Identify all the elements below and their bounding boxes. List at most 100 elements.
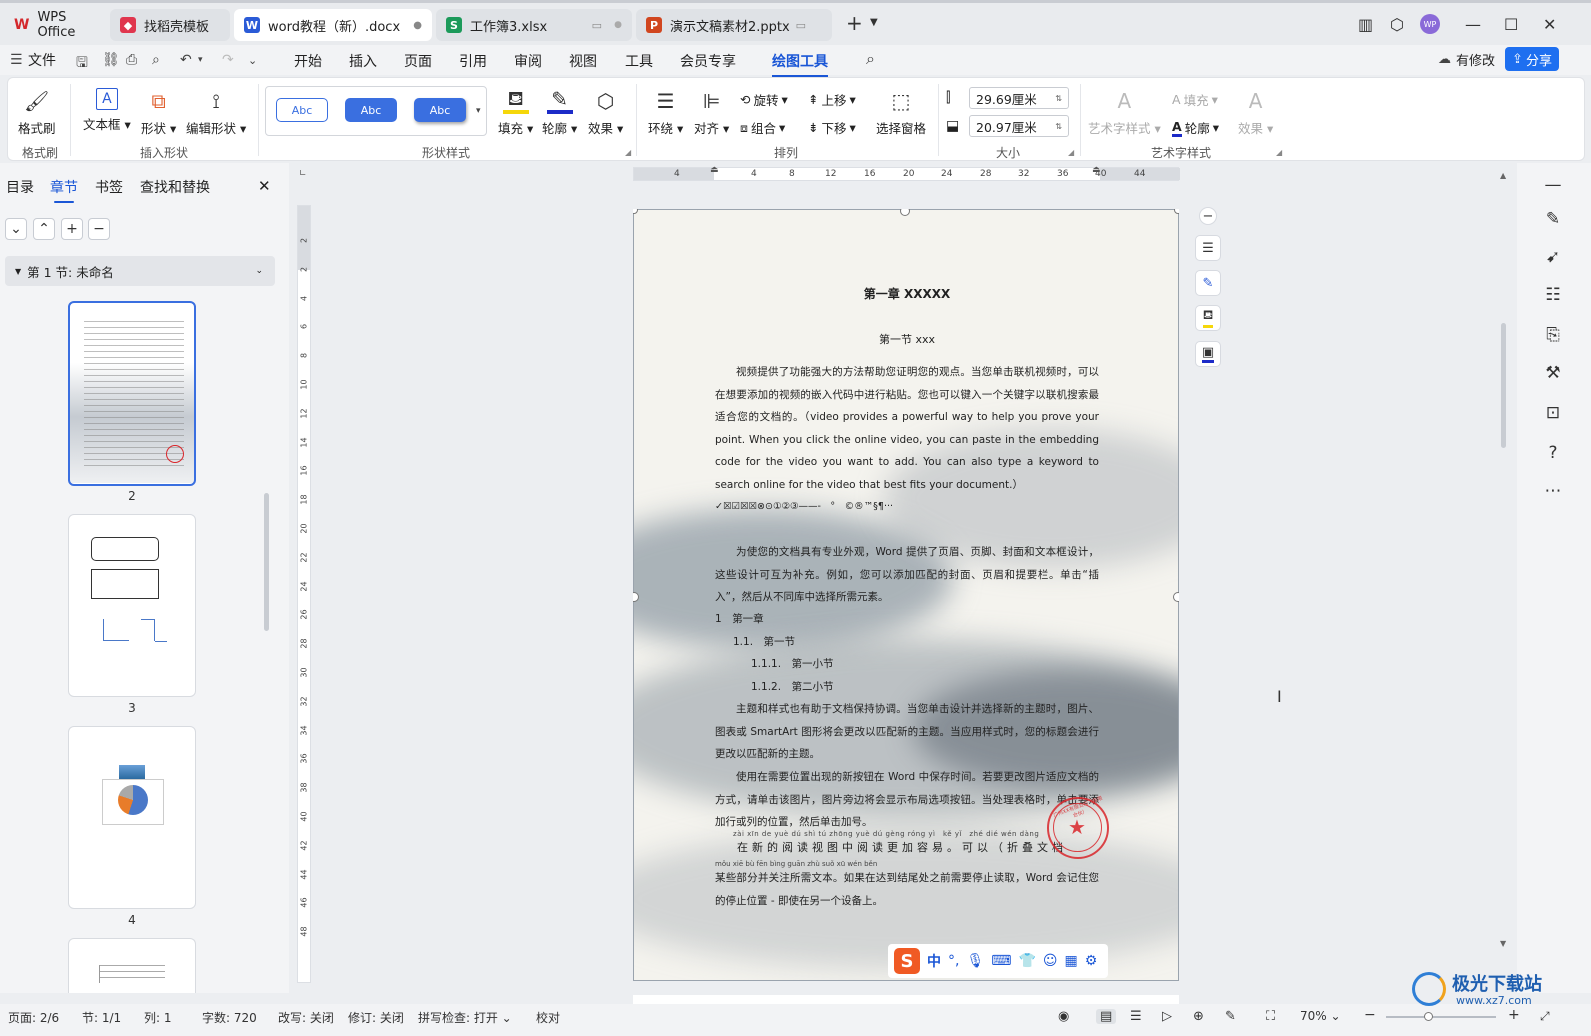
menu-file[interactable]: 文件 <box>28 50 56 70</box>
save-icon[interactable]: 🖫 <box>76 52 88 76</box>
print-preview-icon[interactable]: ⌕ <box>152 52 160 68</box>
expand-up-button[interactable]: ⌃ <box>33 218 55 240</box>
art-style-button[interactable]: A 艺术字样式 ▾ <box>1088 88 1161 137</box>
web-view-icon[interactable]: ⊕ <box>1193 1009 1204 1024</box>
maximize-icon[interactable]: ☐ <box>1504 15 1518 34</box>
collapse-icon[interactable]: — <box>1541 175 1565 195</box>
indent-marker-icon[interactable]: ⏏ <box>710 165 719 175</box>
menu-drawing-tools[interactable]: 绘图工具 <box>772 51 828 77</box>
emoji-icon[interactable]: ☺ <box>1043 953 1058 969</box>
status-word-count[interactable]: 字数: 720 <box>202 1009 257 1026</box>
tab-bookmarks[interactable]: 书签 <box>95 177 123 197</box>
art-fill-button[interactable]: A 填充 ▾ <box>1172 90 1218 109</box>
resize-handle[interactable] <box>1173 592 1179 602</box>
avatar[interactable]: WP <box>1420 14 1440 34</box>
tools-icon[interactable]: ⚒ <box>1541 363 1565 383</box>
search-icon[interactable]: ⌕ <box>866 49 875 69</box>
tab-find-replace[interactable]: 查找和替换 <box>140 177 210 197</box>
menu-review[interactable]: 审阅 <box>514 51 542 71</box>
status-column[interactable]: 列: 1 <box>144 1009 172 1026</box>
spinner-icon[interactable]: ⇅ <box>1055 94 1062 103</box>
unsaved-dot-icon[interactable]: ● <box>614 20 622 30</box>
collapse-all-button[interactable]: ⌄ <box>5 218 27 240</box>
tab-wps-office[interactable]: W WPS Office <box>4 9 104 41</box>
menu-view[interactable]: 视图 <box>569 51 597 71</box>
outline-view-icon[interactable]: ☰ <box>1130 1009 1142 1024</box>
tab-toc[interactable]: 目录 <box>6 177 34 197</box>
unsaved-dot-icon[interactable]: ● <box>413 20 422 31</box>
tab-docer[interactable]: ◆ 找稻壳模板 <box>110 9 230 41</box>
zoom-out-icon[interactable]: − <box>1364 1007 1376 1023</box>
rotate-button[interactable]: ⟲ 旋转 ▾ <box>740 90 788 109</box>
fill-float-button[interactable]: ⛾ <box>1195 305 1221 331</box>
tab-stop-icon[interactable]: ∟ <box>299 169 307 179</box>
move-up-button[interactable]: ⇞ 上移 ▾ <box>808 90 856 109</box>
menu-page[interactable]: 页面 <box>404 51 432 71</box>
page-thumbnail-4[interactable] <box>68 726 196 909</box>
chevron-down-icon[interactable]: ▼ <box>870 17 878 28</box>
dialog-launcher-icon[interactable]: ◢ <box>1068 148 1074 157</box>
scroll-up-icon[interactable]: ▲ <box>1500 171 1506 180</box>
keyboard-icon[interactable]: ⌨ <box>991 953 1011 969</box>
status-page[interactable]: 页面: 2/6 <box>8 1009 59 1026</box>
resize-handle[interactable] <box>1174 209 1179 214</box>
group-button[interactable]: ⧈ 组合 ▾ <box>740 118 785 137</box>
edit-shape-button[interactable]: ⟟ 编辑形状 ▾ <box>186 88 246 137</box>
page-view-icon[interactable]: ▤ <box>1096 1009 1117 1024</box>
zoom-in-icon[interactable]: + <box>1508 1007 1520 1023</box>
hamburger-icon[interactable]: ☰ <box>10 52 23 68</box>
reader-icon[interactable]: ⊡ <box>1541 403 1565 423</box>
new-tab-icon[interactable]: + <box>846 11 863 35</box>
fill-button[interactable]: ⛾ 填充 ▾ <box>498 86 533 137</box>
fullscreen-icon[interactable]: ⤢ <box>1540 1009 1550 1024</box>
status-section[interactable]: 节: 1/1 <box>82 1009 121 1026</box>
punctuation-icon[interactable]: °, <box>948 953 959 969</box>
shape-style-outline[interactable]: Abc <box>276 98 328 122</box>
edit-pen-icon[interactable]: ✎ <box>1541 209 1565 229</box>
selection-pane-button[interactable]: ⬚ 选择窗格 <box>876 88 926 137</box>
document-scrollbar[interactable] <box>1501 323 1506 448</box>
print-icon[interactable]: ⎙ <box>126 52 137 68</box>
more-icon[interactable]: ⋯ <box>1541 481 1565 501</box>
scroll-down-icon[interactable]: ▼ <box>1500 939 1506 948</box>
status-track-changes[interactable]: 修订: 关闭 <box>348 1009 404 1026</box>
page-thumbnail-3[interactable] <box>68 514 196 697</box>
height-input[interactable]: 29.69厘米 ⇅ <box>969 87 1069 109</box>
page-thumbnail-5[interactable] <box>68 938 196 993</box>
smart-layout-icon[interactable]: ⎘ <box>1541 325 1565 345</box>
zoom-slider[interactable] <box>1386 1012 1496 1021</box>
tab-excel[interactable]: S 工作簿3.xlsx ▭ ● <box>436 9 632 41</box>
zoom-level[interactable]: 70% ⌄ <box>1300 1009 1341 1023</box>
thumbnail-scrollbar[interactable] <box>264 493 269 631</box>
outline-float-button[interactable]: ▣ <box>1195 341 1221 367</box>
vertical-ruler[interactable]: 2 2 4 6 8 10 12 14 16 18 20 22 24 26 28 30 32 34 36 38 40 42 4… <box>297 205 311 983</box>
gallery-more-icon[interactable]: ▾ <box>476 106 481 116</box>
outline-button[interactable]: ✎ 轮廓 ▾ <box>542 87 577 137</box>
text-box-button[interactable]: A 文本框 ▾ <box>83 88 131 133</box>
zoom-slider-thumb[interactable] <box>1424 1012 1433 1021</box>
adjust-sliders-icon[interactable]: ☷ <box>1541 285 1565 305</box>
tab-word-doc[interactable]: W word教程（新）.docx ● <box>234 9 432 41</box>
horizontal-ruler[interactable]: 4 4 8 12 16 20 24 28 32 36 40 44 ⏏ ⏏ <box>633 165 1180 181</box>
move-down-button[interactable]: ⇟ 下移 ▾ <box>808 118 856 137</box>
format-brush-button[interactable]: 🖌 格式刷 <box>18 88 56 137</box>
collapse-toolbar-button[interactable]: − <box>1199 207 1217 225</box>
dialog-launcher-icon[interactable]: ◢ <box>1276 148 1282 157</box>
apps-icon[interactable]: ▦ <box>1065 953 1078 969</box>
customize-dropdown-icon[interactable]: ⌄ <box>248 54 257 67</box>
minimize-icon[interactable]: — <box>1465 15 1481 34</box>
spinner-icon[interactable]: ⇅ <box>1055 122 1062 131</box>
shape-button[interactable]: ⧉ 形状 ▾ <box>141 88 176 137</box>
ime-toolbar[interactable]: S 中 °, 🎙 ⌨ 👕 ☺ ▦ ⚙ <box>888 944 1108 978</box>
eye-icon[interactable]: ◉ <box>1058 1009 1069 1024</box>
undo-dropdown-icon[interactable]: ▾ <box>198 55 203 65</box>
effect-button[interactable]: ⬡ 效果 ▾ <box>588 88 623 137</box>
shape-style-filled[interactable]: Abc <box>345 98 397 122</box>
revise-status[interactable]: 有修改 <box>1456 50 1495 69</box>
select-cursor-icon[interactable]: ➹ <box>1541 247 1565 267</box>
menu-home[interactable]: 开始 <box>294 51 322 71</box>
wrap-button[interactable]: ☰ 环绕 ▾ <box>648 88 683 137</box>
page-thumbnail-2[interactable] <box>68 301 196 486</box>
menu-tools[interactable]: 工具 <box>625 51 653 71</box>
menu-insert[interactable]: 插入 <box>349 51 377 71</box>
